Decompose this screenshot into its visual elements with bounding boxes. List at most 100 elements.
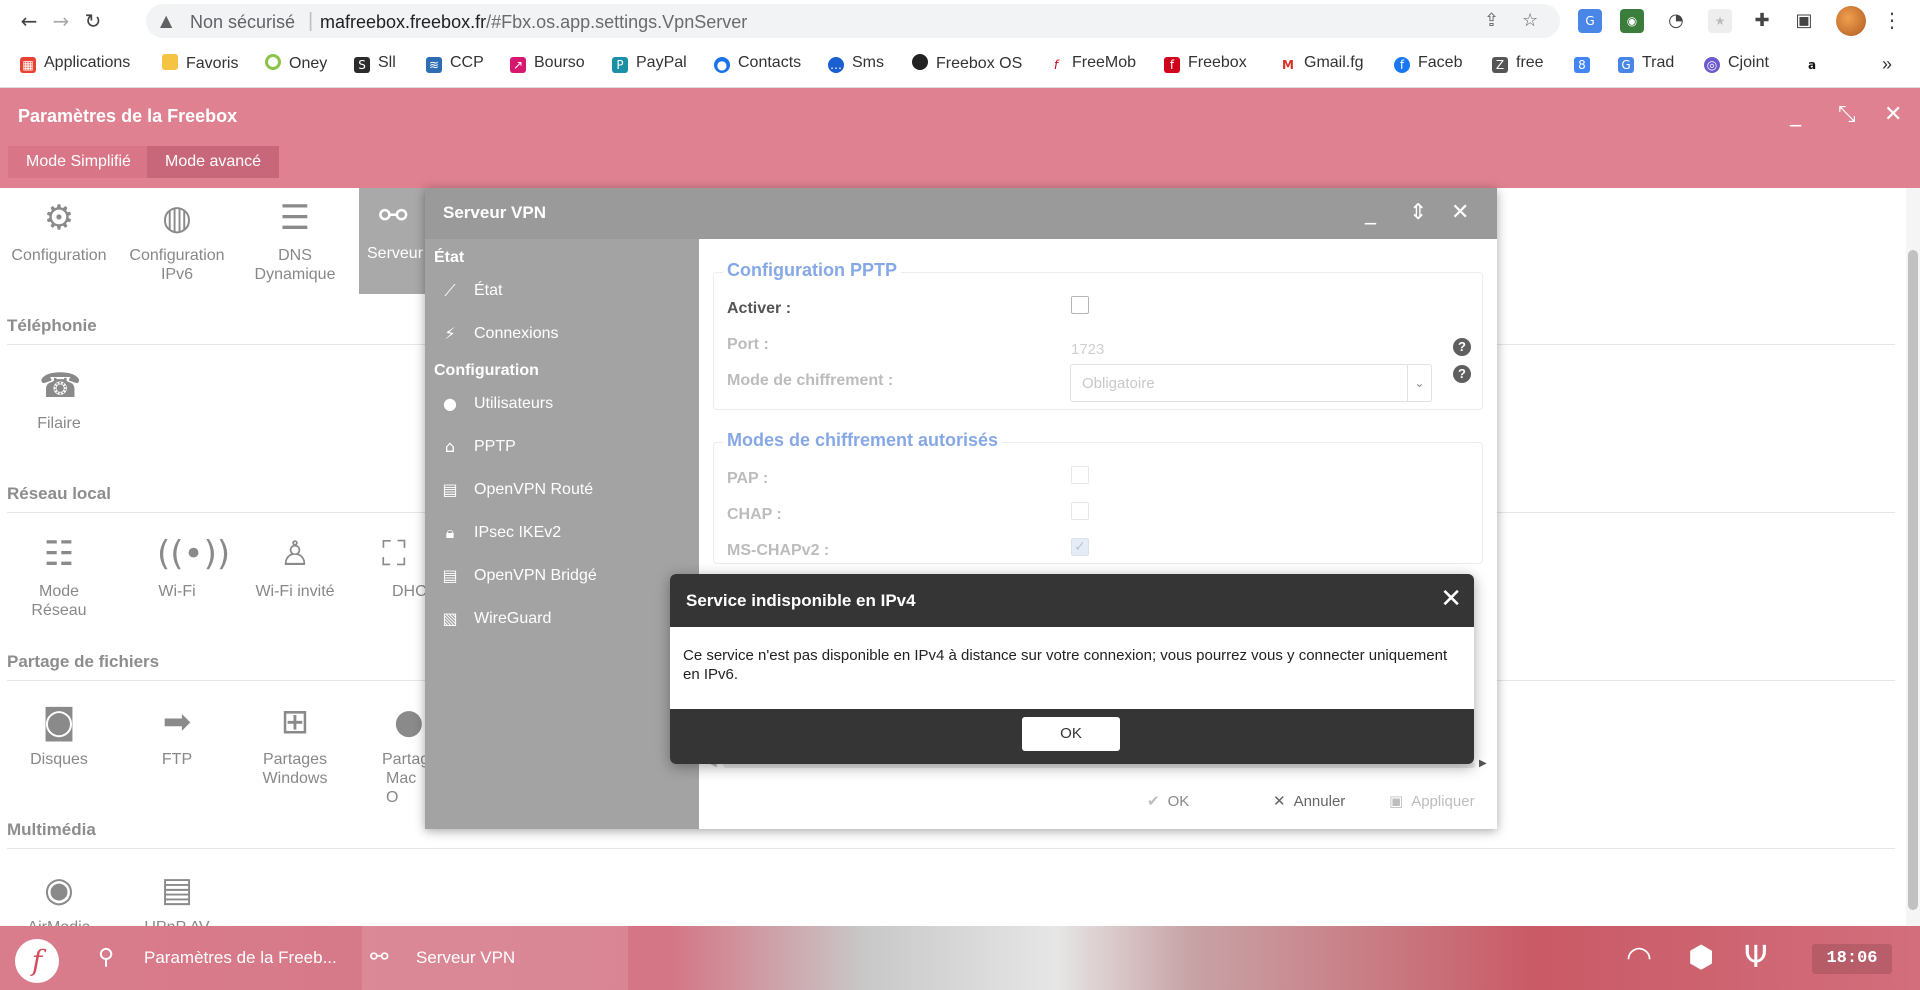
taskbar-item-vpn[interactable]: ⚯ Serveur VPN: [362, 926, 628, 990]
sms-icon: …: [828, 57, 844, 73]
reload-icon[interactable]: ↻: [80, 8, 106, 34]
tile-configuration[interactable]: ⚙ Configuration: [0, 198, 118, 265]
kebab-menu-icon[interactable]: ⋮: [1882, 8, 1902, 32]
dialog-body: Ce service n'est pas disponible en IPv4 …: [670, 627, 1474, 709]
tile-partages-windows[interactable]: ⊞ Partages Windows: [236, 702, 354, 788]
back-icon[interactable]: ←: [16, 8, 42, 34]
vpn-close-icon[interactable]: ✕: [1451, 200, 1469, 225]
vpn-minimize-icon[interactable]: _: [1365, 200, 1376, 225]
wifi-icon[interactable]: ◠: [1626, 940, 1652, 975]
enable-checkbox[interactable]: [1071, 296, 1089, 314]
vpn-titlebar[interactable]: Serveur VPN _ ⇕ ✕: [425, 188, 1497, 239]
security-label[interactable]: Non sécurisé: [190, 12, 295, 33]
encryption-help-icon[interactable]: ?: [1453, 365, 1471, 383]
bookmark-calendar[interactable]: 8: [1574, 54, 1598, 76]
bookmark-ccp[interactable]: ≋ CCP: [426, 54, 484, 76]
bookmark-contacts[interactable]: ● Contacts: [714, 54, 801, 76]
bookmark-freemob[interactable]: f FreeMob: [1048, 54, 1136, 76]
bookmark-freebox-os[interactable]: Freebox OS: [912, 54, 1022, 76]
close-icon[interactable]: ✕: [1884, 102, 1902, 127]
page-scroll-thumb[interactable]: [1908, 250, 1918, 910]
usb-icon[interactable]: Ψ: [1744, 940, 1768, 975]
tile-mode-reseau[interactable]: ☷ Mode Réseau: [0, 534, 118, 620]
url-text[interactable]: mafreebox.freebox.fr/#Fbx.os.app.setting…: [320, 12, 747, 33]
vpn-maximize-icon[interactable]: ⇕: [1409, 200, 1427, 225]
bookmark-paypal[interactable]: P PayPal: [612, 54, 687, 76]
address-bar[interactable]: ▲ Non sécurisé | mafreebox.freebox.fr/#F…: [146, 4, 1560, 38]
warning-icon[interactable]: ▲: [160, 11, 172, 30]
sidebar-item-etat[interactable]: ⟋ État: [425, 273, 699, 309]
plug-icon: ⚡: [444, 324, 456, 343]
dhcp-icon: ⛶: [382, 534, 406, 574]
tile-wifi-guest[interactable]: ♙ Wi-Fi invité: [236, 534, 354, 601]
translate-extension-icon[interactable]: G: [1578, 9, 1602, 33]
tile-partages-mac[interactable]: ● Partag Mac O: [354, 702, 429, 807]
encryption-select-value: Obligatoire: [1082, 375, 1155, 392]
dialog-close-icon[interactable]: ✕: [1440, 584, 1462, 614]
bookmark-favoris[interactable]: Favoris: [162, 54, 238, 76]
dialog-ok-button[interactable]: OK: [1022, 717, 1120, 751]
freebox-logo-icon[interactable]: f: [15, 939, 59, 983]
star-icon[interactable]: ☆: [1522, 10, 1538, 31]
page-scrollbar[interactable]: [1906, 188, 1920, 926]
tile-ipv6[interactable]: ◍ Configuration IPv6: [118, 198, 236, 284]
sidebar-item-connexions[interactable]: ⚡ Connexions: [425, 316, 699, 352]
bookmark-freebox[interactable]: f Freebox: [1164, 54, 1247, 76]
encryption-select[interactable]: Obligatoire ⌄: [1070, 364, 1432, 402]
chevron-down-icon[interactable]: ⌄: [1407, 365, 1431, 401]
vpn-icon: ⚯: [370, 945, 389, 970]
sidebar-item-openvpn-route[interactable]: ▤ OpenVPN Routé: [425, 472, 699, 508]
minimize-icon[interactable]: _: [1790, 102, 1801, 127]
bookmark-free[interactable]: Zfree: [1492, 54, 1544, 76]
bookmark-cjoint[interactable]: ◎ Cjoint: [1704, 54, 1769, 76]
sidebar-item-utilisateurs[interactable]: ● Utilisateurs: [425, 386, 699, 422]
speed-extension-icon[interactable]: ◔: [1664, 9, 1688, 33]
bookmark-sms[interactable]: … Sms: [828, 54, 884, 76]
app-header: Paramètres de la Freebox Mode Simplifié …: [0, 88, 1920, 188]
side-panel-icon[interactable]: ▣: [1792, 9, 1816, 33]
tile-wifi[interactable]: ((•)) Wi-Fi: [118, 534, 236, 601]
mschap-checkbox[interactable]: ✓: [1071, 538, 1089, 556]
restore-icon[interactable]: ⤡: [1838, 102, 1856, 127]
contacts-icon: ●: [714, 57, 730, 73]
globe-extension-icon[interactable]: ◉: [1620, 9, 1644, 33]
port-input[interactable]: 1723: [1071, 341, 1104, 358]
bookmark-facebook[interactable]: f Faceb: [1394, 54, 1462, 76]
mode-advanced-button[interactable]: Mode avancé: [147, 146, 280, 178]
sidebar-item-ipsec[interactable]: 🔒︎ IPsec IKEv2: [425, 515, 699, 551]
bookmark-gmail[interactable]: M Gmail.fg: [1280, 54, 1364, 76]
sidebar-item-openvpn-bridge[interactable]: ▤ OpenVPN Bridgé: [425, 558, 699, 594]
mode-simple-button[interactable]: Mode Simplifié: [8, 146, 149, 178]
bookmark-extension-icon[interactable]: ★: [1708, 9, 1732, 33]
bookmark-trad[interactable]: G Trad: [1618, 54, 1674, 76]
bookmark-applications[interactable]: ▦ Applications: [20, 54, 130, 76]
bookmark-amazon[interactable]: a: [1804, 54, 1828, 76]
sidebar-item-wireguard[interactable]: ▧ WireGuard: [425, 601, 699, 637]
free-icon: Z: [1492, 57, 1508, 73]
sidebar-item-pptp[interactable]: ⌂ PPTP: [425, 429, 699, 465]
apply-button[interactable]: ▣ Appliquer: [1389, 792, 1475, 810]
tile-dns-dynamique[interactable]: ☰ DNS Dynamique: [236, 198, 354, 284]
tile-ftp[interactable]: ➡ FTP: [118, 702, 236, 769]
bookmark-bourso[interactable]: ↗ Bourso: [510, 54, 585, 76]
cancel-button[interactable]: ✕ Annuler: [1273, 792, 1345, 810]
app-title: Paramètres de la Freebox: [18, 106, 238, 126]
share-icon[interactable]: ⇪: [1484, 10, 1499, 31]
ok-button[interactable]: ✔ OK: [1147, 792, 1189, 810]
pap-checkbox[interactable]: [1071, 466, 1089, 484]
hexagon-icon[interactable]: ⬢: [1688, 940, 1714, 975]
profile-avatar[interactable]: [1836, 6, 1866, 36]
bookmark-oney[interactable]: Oney: [265, 54, 327, 76]
port-help-icon[interactable]: ?: [1453, 338, 1471, 356]
freebox-icon: f: [1164, 57, 1180, 73]
tile-dhcp[interactable]: ⛶ DHC: [354, 534, 427, 601]
more-bookmarks-icon[interactable]: »: [1882, 54, 1892, 76]
scroll-right-icon[interactable]: ▶: [1479, 758, 1487, 769]
tile-filaire[interactable]: ☎ Filaire: [0, 366, 118, 433]
bookmark-sll[interactable]: S Sll: [354, 54, 396, 76]
chap-checkbox[interactable]: [1071, 502, 1089, 520]
forward-icon[interactable]: →: [48, 8, 74, 34]
tile-disques[interactable]: ◙ Disques: [0, 702, 118, 769]
taskbar-item-settings[interactable]: ⚲ Paramètres de la Freeb...: [90, 926, 360, 990]
puzzle-icon[interactable]: ✚: [1750, 9, 1774, 33]
